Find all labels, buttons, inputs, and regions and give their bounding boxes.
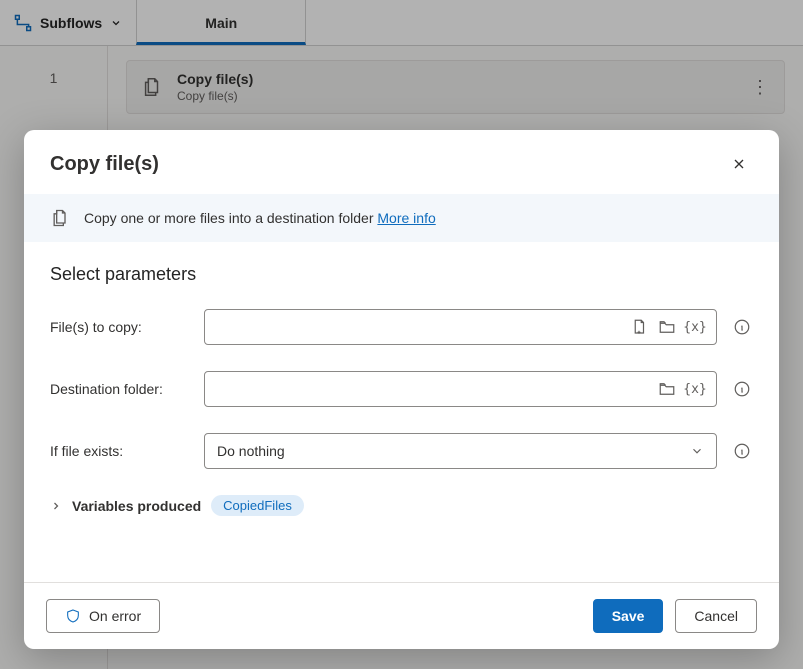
dialog-title: Copy file(s)	[50, 153, 159, 176]
dest-input-wrapper: {x}	[204, 371, 717, 407]
dialog-footer: On error Save Cancel	[24, 582, 779, 649]
chevron-down-icon	[690, 444, 704, 458]
expand-variables-toggle[interactable]	[50, 500, 62, 512]
on-error-button[interactable]: On error	[46, 599, 160, 633]
variable-picker-icon[interactable]: {x}	[684, 316, 706, 338]
browse-folder-icon[interactable]	[656, 378, 678, 400]
info-icon[interactable]	[731, 440, 753, 462]
dialog-header: Copy file(s)	[24, 130, 779, 194]
copy-files-dialog: Copy file(s) Copy one or more files into…	[24, 130, 779, 649]
shield-icon	[65, 608, 81, 624]
files-input-wrapper: {x}	[204, 309, 717, 345]
save-label: Save	[612, 608, 645, 624]
close-button[interactable]	[725, 150, 753, 178]
save-button[interactable]: Save	[593, 599, 664, 633]
dest-label: Destination folder:	[50, 381, 190, 397]
copy-file-icon	[50, 208, 70, 228]
files-input[interactable]	[215, 319, 622, 335]
field-destination-folder: Destination folder: {x}	[50, 371, 753, 407]
field-files-to-copy: File(s) to copy: {x}	[50, 309, 753, 345]
dialog-body: Select parameters File(s) to copy: {x} D…	[24, 242, 779, 582]
cancel-button[interactable]: Cancel	[675, 599, 757, 633]
dialog-info-banner: Copy one or more files into a destinatio…	[24, 194, 779, 242]
field-if-file-exists: If file exists: Do nothing	[50, 433, 753, 469]
exists-value: Do nothing	[217, 443, 285, 459]
dest-input[interactable]	[215, 381, 650, 397]
on-error-label: On error	[89, 608, 141, 624]
info-icon[interactable]	[731, 316, 753, 338]
more-info-link[interactable]: More info	[377, 210, 435, 226]
browse-folder-icon[interactable]	[656, 316, 678, 338]
cancel-label: Cancel	[694, 608, 738, 624]
files-label: File(s) to copy:	[50, 319, 190, 335]
exists-label: If file exists:	[50, 443, 190, 459]
variable-pill-copiedfiles[interactable]: CopiedFiles	[211, 495, 304, 516]
select-file-icon[interactable]	[628, 316, 650, 338]
variable-picker-icon[interactable]: {x}	[684, 378, 706, 400]
parameters-heading: Select parameters	[50, 264, 753, 285]
variables-produced-row: Variables produced CopiedFiles	[50, 495, 753, 516]
variables-produced-label: Variables produced	[72, 498, 201, 514]
info-icon[interactable]	[731, 378, 753, 400]
exists-select[interactable]: Do nothing	[204, 433, 717, 469]
info-text: Copy one or more files into a destinatio…	[84, 210, 377, 226]
dialog-info-text: Copy one or more files into a destinatio…	[84, 210, 436, 226]
